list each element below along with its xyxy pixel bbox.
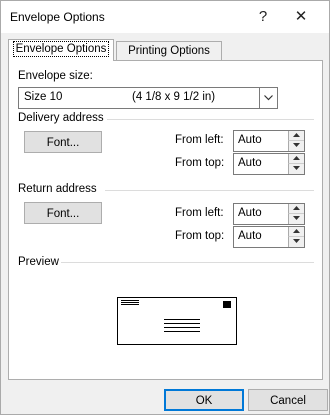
arrow-up-icon [293, 133, 300, 137]
ok-button-label: OK [195, 395, 213, 407]
ok-button[interactable]: OK [164, 389, 244, 411]
cancel-button[interactable]: Cancel [248, 389, 328, 411]
return-font-button-label: Font... [46, 208, 80, 220]
return-from-left-value: Auto [238, 207, 262, 219]
envelope-size-dropdown[interactable]: Size 10 (4 1/8 x 9 1/2 in) [18, 87, 278, 109]
spin-down-button[interactable] [288, 237, 304, 247]
return-from-left-spinner[interactable]: Auto [233, 203, 305, 225]
arrow-up-icon [293, 156, 300, 160]
tab-printing-options[interactable]: Printing Options [116, 41, 222, 61]
return-address-line [121, 302, 139, 303]
arrow-down-icon [293, 216, 300, 220]
return-font-button[interactable]: Font... [24, 202, 102, 224]
delivery-address-line [164, 331, 200, 332]
delivery-font-button[interactable]: Font... [24, 131, 102, 153]
spin-up-button[interactable] [288, 131, 304, 141]
delivery-from-top-spinner[interactable]: Auto [233, 153, 305, 175]
spin-down-button[interactable] [288, 141, 304, 151]
close-button[interactable]: ✕ [286, 5, 316, 29]
tab-envelope-options[interactable]: Envelope Options [8, 39, 114, 61]
return-address-line [121, 304, 139, 305]
cancel-button-label: Cancel [270, 395, 306, 407]
return-address-line [121, 300, 139, 301]
envelope-size-dimensions: (4 1/8 x 9 1/2 in) [132, 91, 216, 103]
spin-up-button[interactable] [288, 204, 304, 214]
chevron-down-icon [264, 95, 273, 101]
envelope-preview [117, 297, 237, 345]
arrow-up-icon [293, 229, 300, 233]
return-from-top-value: Auto [238, 230, 262, 242]
arrow-down-icon [293, 166, 300, 170]
spin-up-button[interactable] [288, 154, 304, 164]
envelope-size-selected: Size 10 [24, 91, 63, 103]
preview-separator [61, 262, 314, 263]
delivery-font-button-label: Font... [46, 137, 80, 149]
delivery-from-top-value: Auto [238, 157, 262, 169]
delivery-separator [107, 119, 314, 120]
tab-printing-options-label: Printing Options [128, 45, 210, 57]
title-bar: Envelope Options ? ✕ [1, 1, 329, 33]
delivery-address-line [164, 327, 200, 328]
spin-up-button[interactable] [288, 227, 304, 237]
envelope-size-label: Envelope size: [18, 70, 93, 82]
help-button[interactable]: ? [248, 5, 278, 29]
dialog-title: Envelope Options [10, 10, 105, 24]
envelope-options-panel: Envelope size: Size 10 (4 1/8 x 9 1/2 in… [8, 60, 323, 380]
delivery-address-line [164, 323, 200, 324]
delivery-from-left-label: From left: [175, 134, 224, 146]
delivery-address-line [164, 319, 200, 320]
delivery-address-heading: Delivery address [18, 112, 104, 124]
spin-down-button[interactable] [288, 164, 304, 174]
stamp-icon [223, 301, 231, 308]
delivery-from-top-label: From top: [175, 157, 225, 169]
envelope-options-dialog: Envelope Options ? ✕ Envelope Options Pr… [0, 0, 330, 415]
return-address-heading: Return address [18, 183, 97, 195]
return-from-left-label: From left: [175, 207, 224, 219]
preview-heading: Preview [18, 256, 59, 268]
return-from-top-spinner[interactable]: Auto [233, 226, 305, 248]
arrow-down-icon [293, 143, 300, 147]
delivery-from-left-spinner[interactable]: Auto [233, 130, 305, 152]
arrow-up-icon [293, 206, 300, 210]
return-separator [105, 190, 314, 191]
return-from-top-label: From top: [175, 230, 225, 242]
tab-envelope-options-label: Envelope Options [12, 41, 110, 57]
spin-down-button[interactable] [288, 214, 304, 224]
delivery-from-left-value: Auto [238, 134, 262, 146]
dropdown-arrow-button[interactable] [259, 88, 277, 108]
arrow-down-icon [293, 239, 300, 243]
